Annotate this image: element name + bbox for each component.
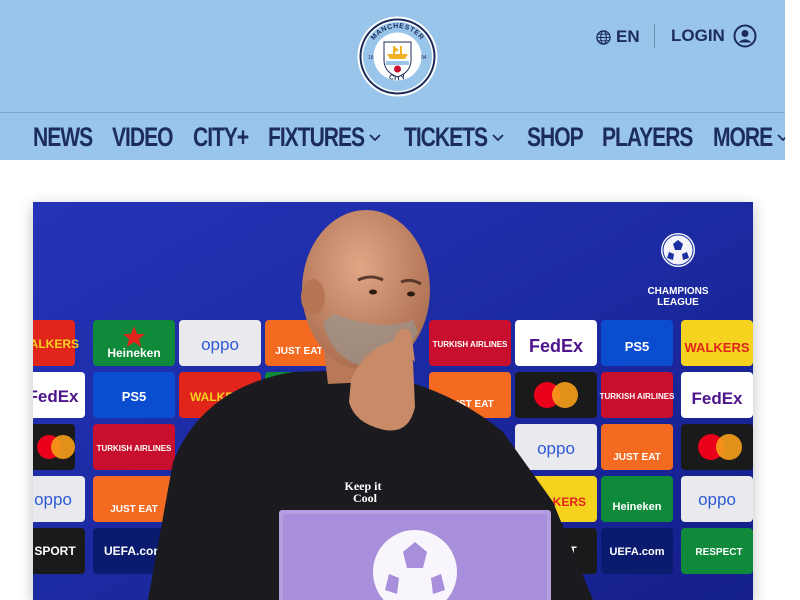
sponsor-uefa-2: UEFA.com	[609, 546, 664, 558]
nav-item-label: FIXTURES	[267, 121, 365, 152]
nav-item-tickets[interactable]: TICKETS	[404, 122, 505, 153]
nav-item-players[interactable]: PLAYERS	[602, 121, 693, 153]
crest-year-left: 18	[368, 55, 374, 61]
sponsor-oppo-2: oppo	[537, 439, 575, 458]
nav-item-city[interactable]: CITY+	[192, 121, 249, 153]
sponsor-oppo-3: oppo	[34, 490, 72, 509]
sponsor-uefa-1: UEFA.com	[104, 544, 164, 558]
league-label-2: LEAGUE	[657, 297, 699, 308]
nav-list: NEWS VIDEO CITY+ FIXTURES TICKETS SHOP PLAYERS…	[33, 113, 785, 161]
sponsor-heineken-2: Heineken	[613, 501, 662, 513]
nav-item-label: SHOP	[526, 121, 584, 152]
podium	[279, 510, 551, 600]
login-button[interactable]: LOGIN	[671, 23, 757, 49]
header-divider	[654, 24, 655, 48]
chevron-down-icon	[777, 134, 785, 142]
sponsor-justeat-1: JUST EAT	[275, 346, 323, 357]
sponsor-oppo-1: oppo	[201, 335, 239, 354]
sponsor-turkish-2: TURKISH AIRLINES	[600, 392, 675, 401]
main-navigation: NEWS VIDEO CITY+ FIXTURES TICKETS SHOP PLAYERS…	[0, 112, 785, 160]
site-header: MANCHESTER CITY 18 94 EN LOGIN	[0, 0, 785, 112]
sponsor-turkish-3: TURKISH AIRLINES	[97, 444, 172, 453]
nav-item-more[interactable]: MORE	[713, 122, 785, 153]
hero-image[interactable]: WALKERS Heineken oppo JUST EAT TURKISH A…	[33, 202, 753, 600]
nav-item-label: VIDEO	[112, 121, 173, 152]
nav-item-fixtures[interactable]: FIXTURES	[268, 122, 382, 153]
nav-item-shop[interactable]: SHOP	[526, 121, 584, 153]
club-crest-logo[interactable]: MANCHESTER CITY 18 94	[357, 16, 438, 97]
chevron-down-icon	[492, 134, 504, 142]
shirt-text-2: Cool	[353, 491, 378, 505]
nav-item-news[interactable]: NEWS	[33, 121, 93, 153]
press-conference-photo: WALKERS Heineken oppo JUST EAT TURKISH A…	[33, 202, 753, 600]
nav-item-label: CITY+	[192, 121, 249, 152]
sponsor-justeat-4: JUST EAT	[110, 504, 158, 515]
sponsor-fedex-2: FedEx	[33, 387, 79, 406]
sponsor-heineken-1: Heineken	[107, 346, 160, 360]
login-label: LOGIN	[671, 26, 725, 45]
page: MANCHESTER CITY 18 94 EN LOGIN NEWS VIDE…	[0, 0, 785, 600]
language-selector[interactable]: EN	[596, 26, 640, 48]
sponsor-turkish-1: TURKISH AIRLINES	[433, 340, 508, 349]
league-label-1: CHAMPIONS	[647, 286, 708, 297]
sponsor-respect: RESPECT	[695, 547, 742, 558]
nav-item-video[interactable]: VIDEO	[112, 121, 173, 153]
sponsor-fedex-3: FedEx	[691, 389, 743, 408]
sponsor-walkers-2: WALKERS	[685, 340, 750, 355]
sponsor-ps5-2: PS5	[122, 389, 147, 404]
chevron-down-icon	[369, 134, 381, 142]
nav-item-label: NEWS	[33, 121, 93, 152]
sponsor-walkers-1: WALKERS	[33, 337, 79, 351]
sponsor-justeat-3: JUST EAT	[613, 452, 661, 463]
sponsor-fedex-1: FedEx	[529, 336, 583, 356]
sponsor-oppo-4: oppo	[698, 490, 736, 509]
crest-year-right: 94	[421, 55, 427, 61]
nav-item-label: TICKETS	[403, 121, 488, 152]
globe-icon	[596, 29, 611, 45]
language-label: EN	[616, 27, 640, 46]
nav-item-label: PLAYERS	[602, 121, 693, 152]
nav-item-label: MORE	[712, 121, 773, 152]
sponsor-sport-1: SPORT	[34, 544, 76, 558]
user-icon	[733, 24, 757, 48]
sponsor-ps5-1: PS5	[625, 339, 650, 354]
